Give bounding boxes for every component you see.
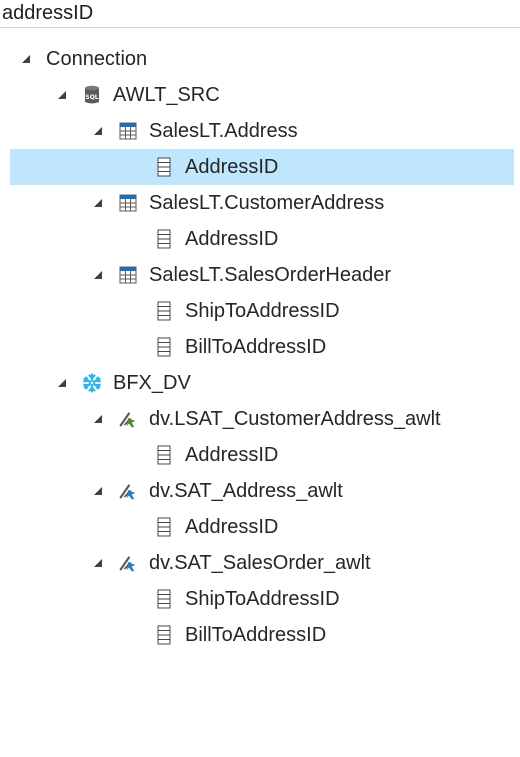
tree-node-sat-salesorder[interactable]: dv.SAT_SalesOrder_awlt bbox=[0, 545, 520, 581]
tree-node-saleslt-customeraddress[interactable]: SalesLT.CustomerAddress bbox=[0, 185, 520, 221]
tree-node-column-shiptoaddressid[interactable]: ShipToAddressID bbox=[0, 293, 520, 329]
tree-node-label: AddressID bbox=[185, 228, 279, 250]
column-icon bbox=[154, 625, 174, 645]
collapse-triangle-icon[interactable] bbox=[92, 125, 104, 137]
collapse-triangle-icon[interactable] bbox=[20, 53, 32, 65]
table-icon bbox=[118, 193, 138, 213]
table-icon bbox=[118, 265, 138, 285]
connection-tree: Connection SQL AWLT_SRC SalesLT.Address … bbox=[0, 41, 520, 653]
collapse-triangle-icon[interactable] bbox=[92, 485, 104, 497]
collapse-triangle-icon[interactable] bbox=[92, 557, 104, 569]
table-icon bbox=[118, 121, 138, 141]
tree-node-label: AddressID bbox=[185, 516, 279, 538]
tree-node-column-addressid[interactable]: AddressID bbox=[0, 509, 520, 545]
collapse-triangle-icon[interactable] bbox=[92, 413, 104, 425]
tree-node-label: BillToAddressID bbox=[185, 624, 327, 646]
tree-node-label: dv.SAT_Address_awlt bbox=[149, 480, 343, 502]
tree-node-awlt-src[interactable]: SQL AWLT_SRC bbox=[0, 77, 520, 113]
column-icon bbox=[154, 229, 174, 249]
tree-node-label: dv.SAT_SalesOrder_awlt bbox=[149, 552, 371, 574]
sql-database-icon: SQL bbox=[82, 85, 102, 105]
snowflake-icon bbox=[82, 373, 102, 393]
tree-node-label: SalesLT.CustomerAddress bbox=[149, 192, 385, 214]
column-icon bbox=[154, 589, 174, 609]
tree-node-label: AddressID bbox=[185, 156, 279, 178]
column-icon bbox=[154, 445, 174, 465]
tree-node-saleslt-address[interactable]: SalesLT.Address bbox=[0, 113, 520, 149]
tree-node-bfx-dv[interactable]: BFX_DV bbox=[0, 365, 520, 401]
column-icon bbox=[154, 157, 174, 177]
tree-node-label: ShipToAddressID bbox=[185, 588, 340, 610]
tree-node-label: BFX_DV bbox=[113, 372, 191, 394]
collapse-triangle-icon[interactable] bbox=[92, 269, 104, 281]
tree-node-lsat-customeraddress[interactable]: dv.LSAT_CustomerAddress_awlt bbox=[0, 401, 520, 437]
tree-node-column-billtoaddressid[interactable]: BillToAddressID bbox=[0, 329, 520, 365]
tree-node-connection[interactable]: Connection bbox=[0, 41, 520, 77]
satellite-icon bbox=[118, 481, 138, 501]
collapse-triangle-icon[interactable] bbox=[92, 197, 104, 209]
tree-node-label: ShipToAddressID bbox=[185, 300, 340, 322]
satellite-icon bbox=[118, 553, 138, 573]
column-icon bbox=[154, 337, 174, 357]
search-bar bbox=[0, 0, 520, 28]
tree-node-column-addressid[interactable]: AddressID bbox=[0, 221, 520, 257]
link-satellite-icon bbox=[118, 409, 138, 429]
tree-node-column-addressid[interactable]: AddressID bbox=[10, 149, 514, 185]
tree-node-label: AWLT_SRC bbox=[113, 84, 220, 106]
search-input[interactable] bbox=[0, 0, 520, 27]
tree-node-column-billtoaddressid[interactable]: BillToAddressID bbox=[0, 617, 520, 653]
collapse-triangle-icon[interactable] bbox=[56, 377, 68, 389]
tree-node-column-shiptoaddressid[interactable]: ShipToAddressID bbox=[0, 581, 520, 617]
tree-node-column-addressid[interactable]: AddressID bbox=[0, 437, 520, 473]
svg-text:SQL: SQL bbox=[85, 94, 98, 101]
tree-node-label: Connection bbox=[46, 48, 148, 70]
tree-node-label: SalesLT.SalesOrderHeader bbox=[149, 264, 391, 286]
tree-node-saleslt-salesorderheader[interactable]: SalesLT.SalesOrderHeader bbox=[0, 257, 520, 293]
tree-node-label: AddressID bbox=[185, 444, 279, 466]
column-icon bbox=[154, 301, 174, 321]
tree-node-sat-address[interactable]: dv.SAT_Address_awlt bbox=[0, 473, 520, 509]
collapse-triangle-icon[interactable] bbox=[56, 89, 68, 101]
tree-node-label: BillToAddressID bbox=[185, 336, 327, 358]
tree-node-label: dv.LSAT_CustomerAddress_awlt bbox=[149, 408, 441, 430]
column-icon bbox=[154, 517, 174, 537]
tree-node-label: SalesLT.Address bbox=[149, 120, 298, 142]
